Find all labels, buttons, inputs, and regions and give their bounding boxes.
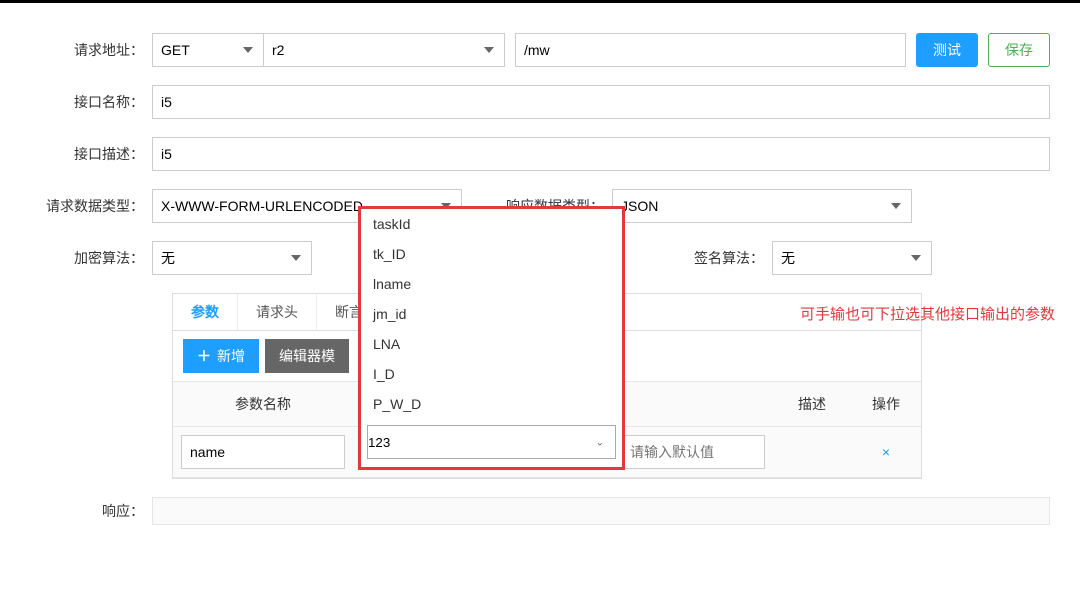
add-param-button[interactable]: ＋ 新增 xyxy=(183,339,259,373)
param-name-input[interactable] xyxy=(181,435,345,469)
param-desc-input[interactable] xyxy=(781,435,843,469)
save-button[interactable]: 保存 xyxy=(988,33,1050,67)
response-data-type-select[interactable]: JSON xyxy=(612,189,912,223)
dropdown-option[interactable]: I_D xyxy=(361,359,622,389)
col-default xyxy=(613,382,773,427)
tab-headers[interactable]: 请求头 xyxy=(238,294,317,330)
interface-desc-label: 接口描述： xyxy=(20,144,152,164)
dropdown-option[interactable]: taskId xyxy=(361,209,622,239)
response-output xyxy=(152,497,1050,525)
tab-params[interactable]: 参数 xyxy=(173,294,238,330)
delete-row-button[interactable]: × xyxy=(859,444,913,460)
autocomplete-dropdown: taskId tk_ID lname jm_id LNA I_D P_W_D ⌄ xyxy=(358,206,625,470)
sign-algo-label: 签名算法： xyxy=(622,248,772,268)
sign-algo-select[interactable]: 无 xyxy=(772,241,932,275)
editor-mode-button[interactable]: 编辑器模 xyxy=(265,339,349,373)
encrypt-algo-label: 加密算法： xyxy=(20,248,152,268)
dropdown-option[interactable]: tk_ID xyxy=(361,239,622,269)
plus-icon: ＋ xyxy=(197,346,211,366)
param-default-input[interactable] xyxy=(621,435,765,469)
annotation-text: 可手输也可下拉选其他接口输出的参数 xyxy=(800,303,1055,324)
response-label: 响应： xyxy=(20,501,152,521)
add-button-label: 新增 xyxy=(217,346,245,366)
dropdown-option[interactable]: jm_id xyxy=(361,299,622,329)
col-desc: 描述 xyxy=(773,382,851,427)
col-op: 操作 xyxy=(851,382,921,427)
encrypt-algo-select[interactable]: 无 xyxy=(152,241,312,275)
interface-name-input[interactable] xyxy=(152,85,1050,119)
dropdown-option[interactable]: LNA xyxy=(361,329,622,359)
dropdown-option[interactable]: P_W_D xyxy=(361,389,622,419)
test-button[interactable]: 测试 xyxy=(916,33,978,67)
dropdown-option[interactable]: lname xyxy=(361,269,622,299)
interface-name-label: 接口名称： xyxy=(20,92,152,112)
dropdown-combobox-input[interactable] xyxy=(367,425,616,459)
host-select[interactable]: r2 xyxy=(263,33,505,67)
interface-desc-input[interactable] xyxy=(152,137,1050,171)
request-url-label: 请求地址： xyxy=(20,40,152,60)
col-param-name: 参数名称 xyxy=(173,382,353,427)
path-input[interactable] xyxy=(515,33,906,67)
http-method-select[interactable]: GET xyxy=(152,33,264,67)
request-data-type-label: 请求数据类型： xyxy=(20,196,152,216)
